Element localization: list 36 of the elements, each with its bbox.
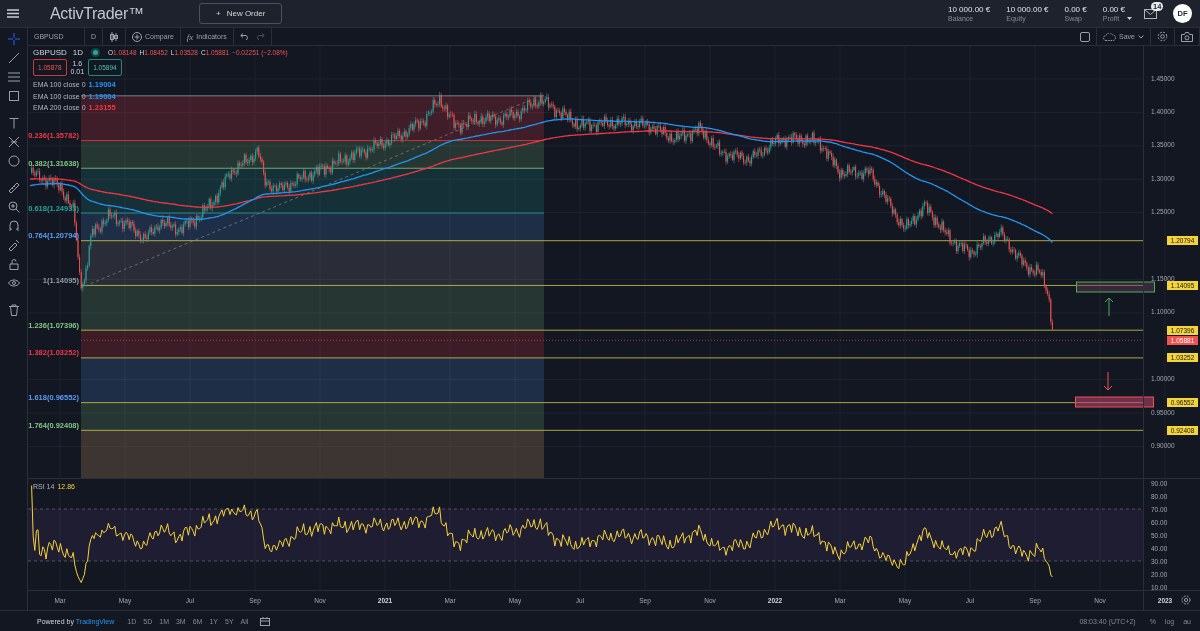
- undo-icon[interactable]: [239, 33, 249, 40]
- trash-icon[interactable]: [7, 304, 20, 316]
- stat-value: 10 000.00 €: [947, 4, 991, 14]
- ruler-icon[interactable]: [7, 182, 20, 194]
- stat-value: 10 000.00 €: [1006, 4, 1049, 14]
- eye-icon[interactable]: [7, 277, 20, 289]
- mail-icon[interactable]: [1144, 8, 1157, 19]
- line-icon[interactable]: [7, 52, 20, 64]
- lock-icon[interactable]: [7, 258, 20, 270]
- caret-icon[interactable]: [1127, 17, 1132, 20]
- magnet-icon[interactable]: [7, 220, 20, 232]
- calendar-icon[interactable]: [260, 616, 271, 626]
- settings-icon[interactable]: [1181, 595, 1191, 605]
- symbol-label: GBPUSD: [33, 48, 67, 57]
- settings-icon[interactable]: [1157, 31, 1168, 42]
- function-icon[interactable]: fx: [186, 31, 194, 42]
- zoom-icon[interactable]: [7, 201, 20, 213]
- rect-icon[interactable]: [7, 90, 20, 102]
- brush-icon[interactable]: [7, 239, 20, 251]
- candles-icon[interactable]: [109, 31, 120, 42]
- stat-value: 0.00 €: [1102, 4, 1125, 14]
- new-order-button[interactable]: + New Order: [199, 3, 283, 24]
- menu-icon[interactable]: [7, 9, 19, 18]
- up-arrow: [1104, 297, 1114, 317]
- down-arrow: [1103, 371, 1113, 391]
- caret-icon[interactable]: [1138, 34, 1144, 39]
- camera-icon[interactable]: [1181, 31, 1193, 42]
- hlines-icon[interactable]: [7, 71, 20, 83]
- stat-value: 0.00 €: [1064, 4, 1087, 14]
- interval-label: 1D: [72, 48, 84, 57]
- text-icon[interactable]: [7, 117, 20, 129]
- logo: ActivTrader™: [50, 4, 145, 23]
- fullscreen-icon[interactable]: [1080, 31, 1091, 42]
- cloud-icon[interactable]: [1103, 32, 1117, 41]
- add-icon[interactable]: [132, 31, 143, 42]
- status-dot: [93, 50, 99, 55]
